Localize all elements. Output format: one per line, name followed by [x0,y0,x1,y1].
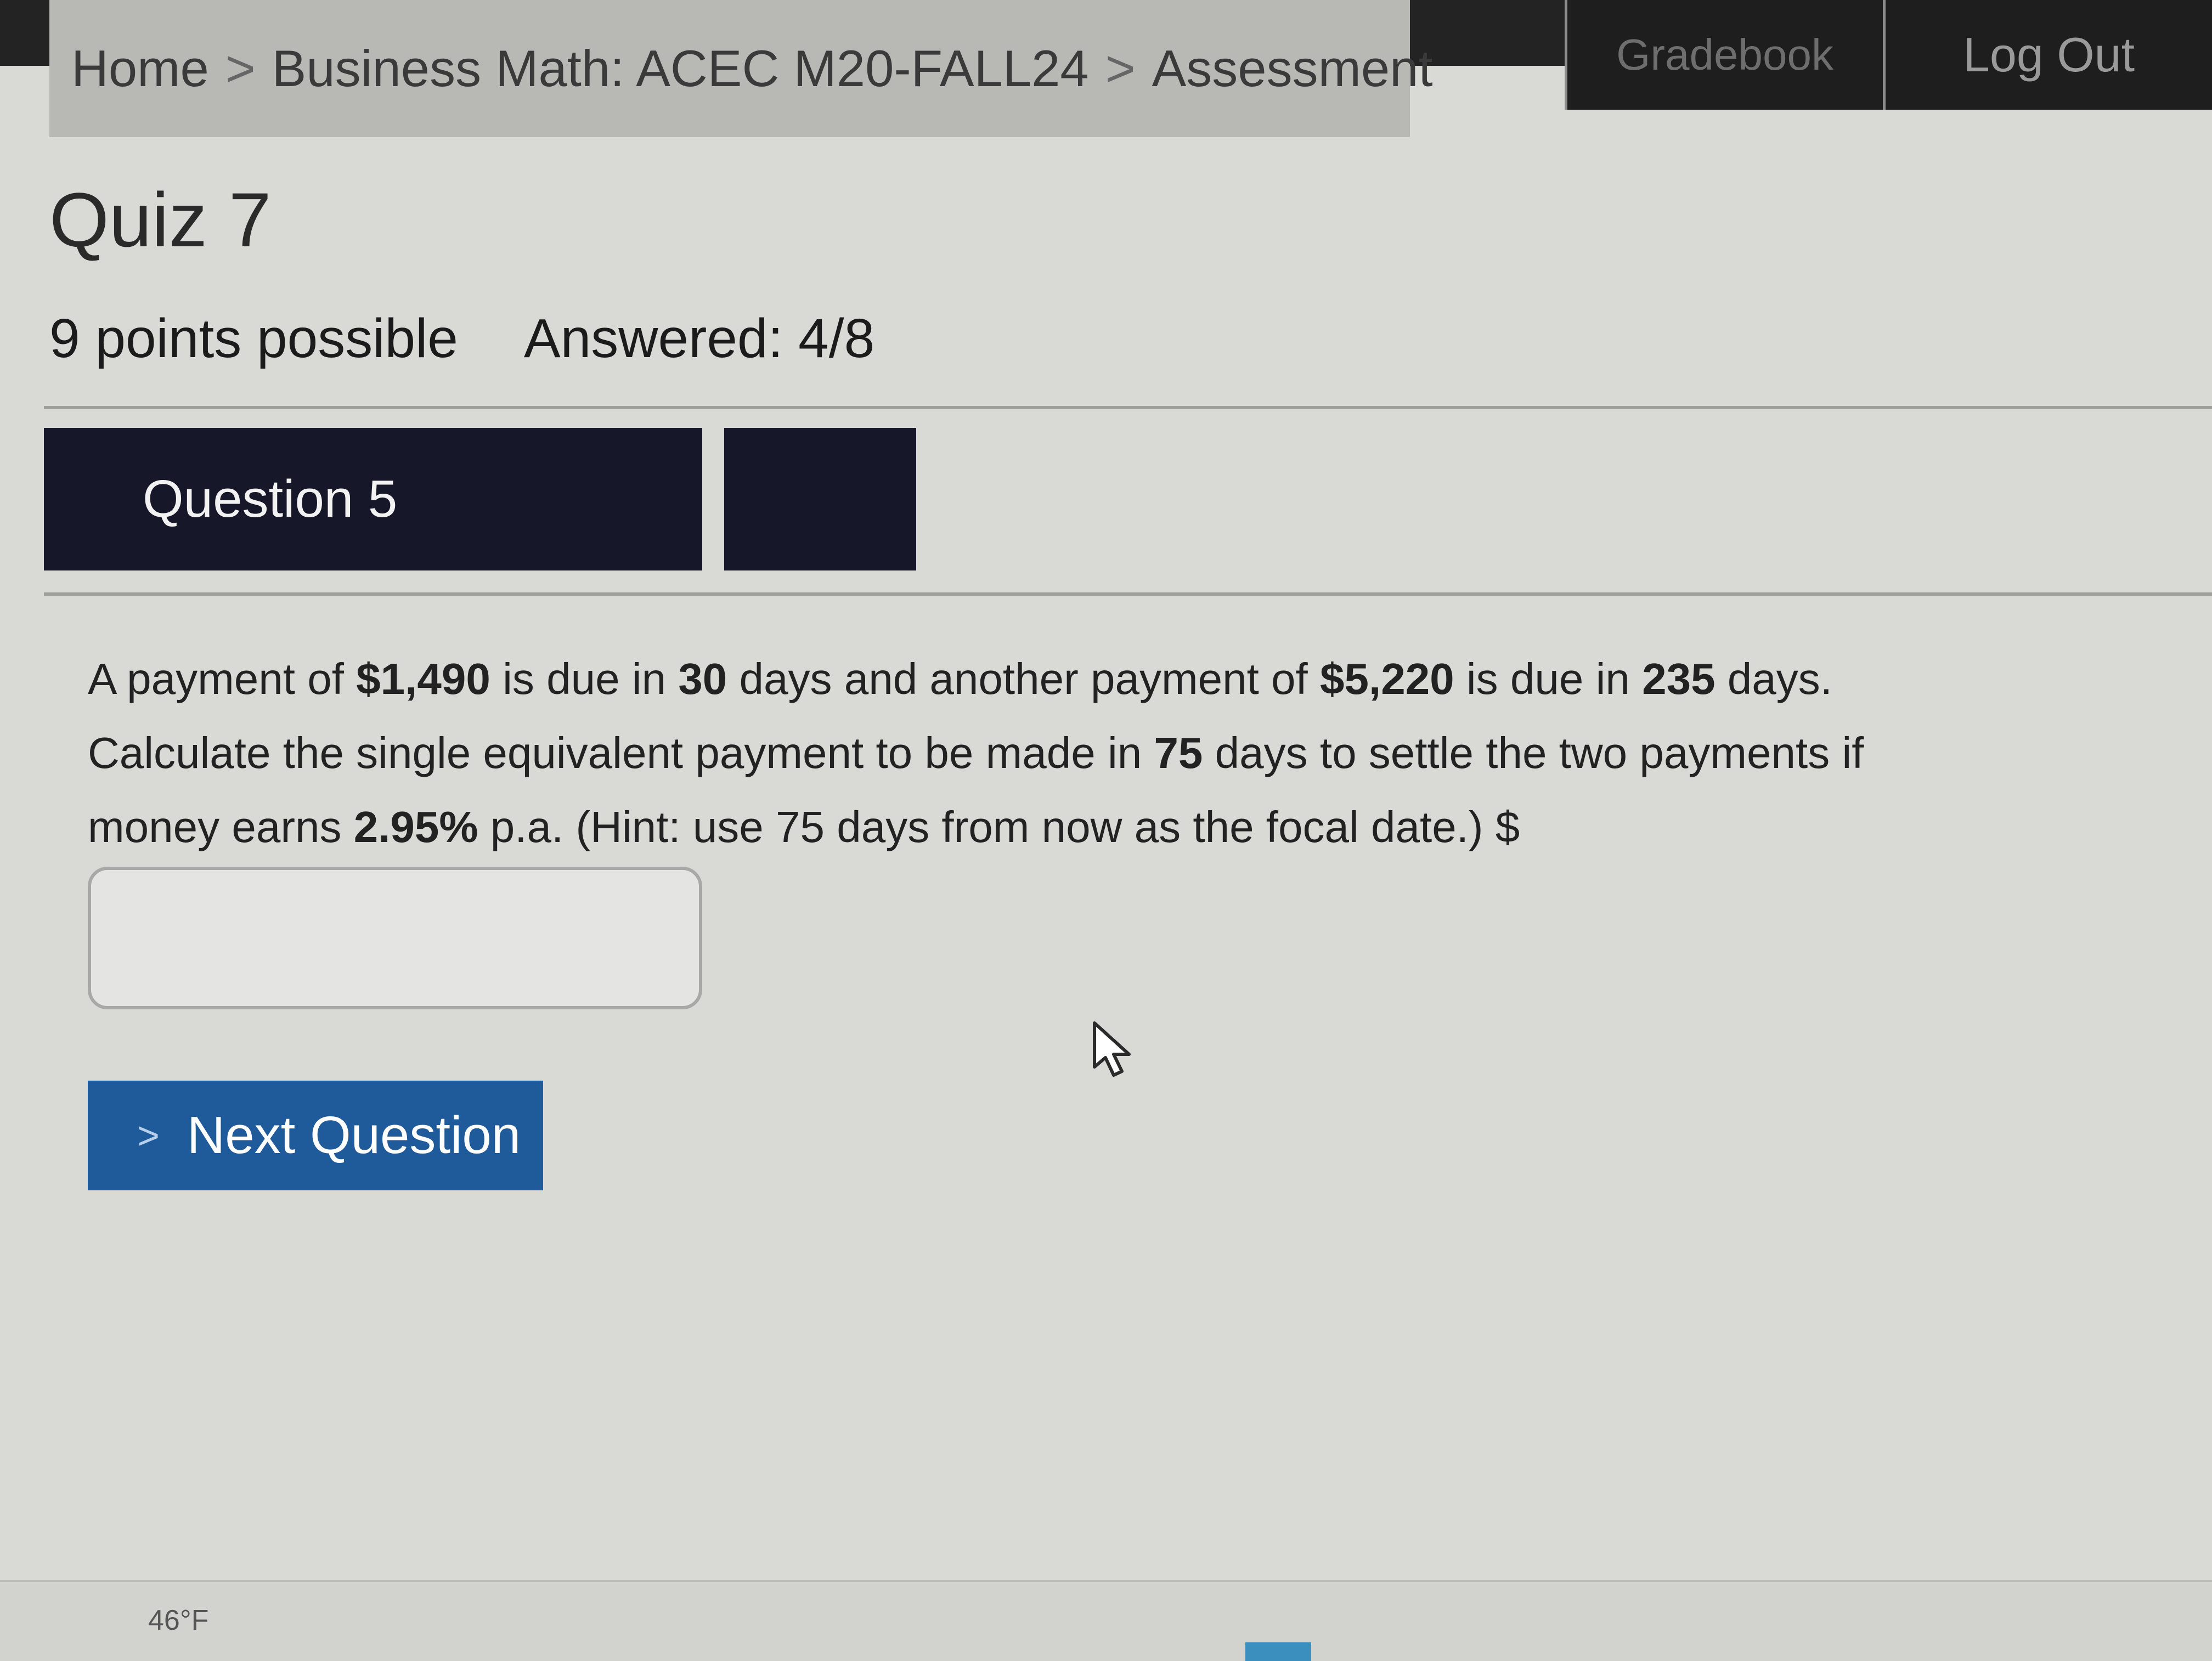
weather-temperature[interactable]: 46°F [148,1604,208,1637]
question-tab-5[interactable]: Question 5 [44,428,702,570]
quiz-meta: 9 points possible Answered: 4/8 [49,307,874,370]
logout-link[interactable]: Log Out [1883,0,2212,110]
breadcrumb-separator: > [1105,39,1136,97]
next-question-button[interactable]: > Next Question [88,1081,543,1190]
chevron-right-icon: > [137,1114,160,1157]
taskbar: 46°F [0,1580,2212,1661]
mouse-cursor-icon [1093,1021,1131,1077]
answer-input[interactable] [88,867,702,1009]
answered-count: Answered: 4/8 [523,308,875,369]
breadcrumb-current: Assessment [1152,39,1433,97]
breadcrumb-home-link[interactable]: Home [71,39,209,98]
top-navigation: Gradebook Log Out [1565,0,2212,110]
points-possible: 9 points possible [49,308,458,369]
question-tabs: Question 5 [44,428,916,570]
question-text: A payment of $1,490 is due in 30 days an… [88,654,1864,851]
breadcrumb-separator: > [225,39,256,97]
taskbar-app-icon[interactable] [1245,1642,1311,1661]
question-tab-blank[interactable] [724,428,916,570]
divider [44,406,2212,409]
divider [44,592,2212,596]
breadcrumb-course-link[interactable]: Business Math: ACEC M20-FALL24 [272,39,1089,98]
nav-gradebook[interactable]: Gradebook [1565,0,1883,110]
next-question-label: Next Question [187,1106,521,1165]
page-title: Quiz 7 [49,177,272,263]
breadcrumb: Home > Business Math: ACEC M20-FALL24 > … [49,0,1433,137]
